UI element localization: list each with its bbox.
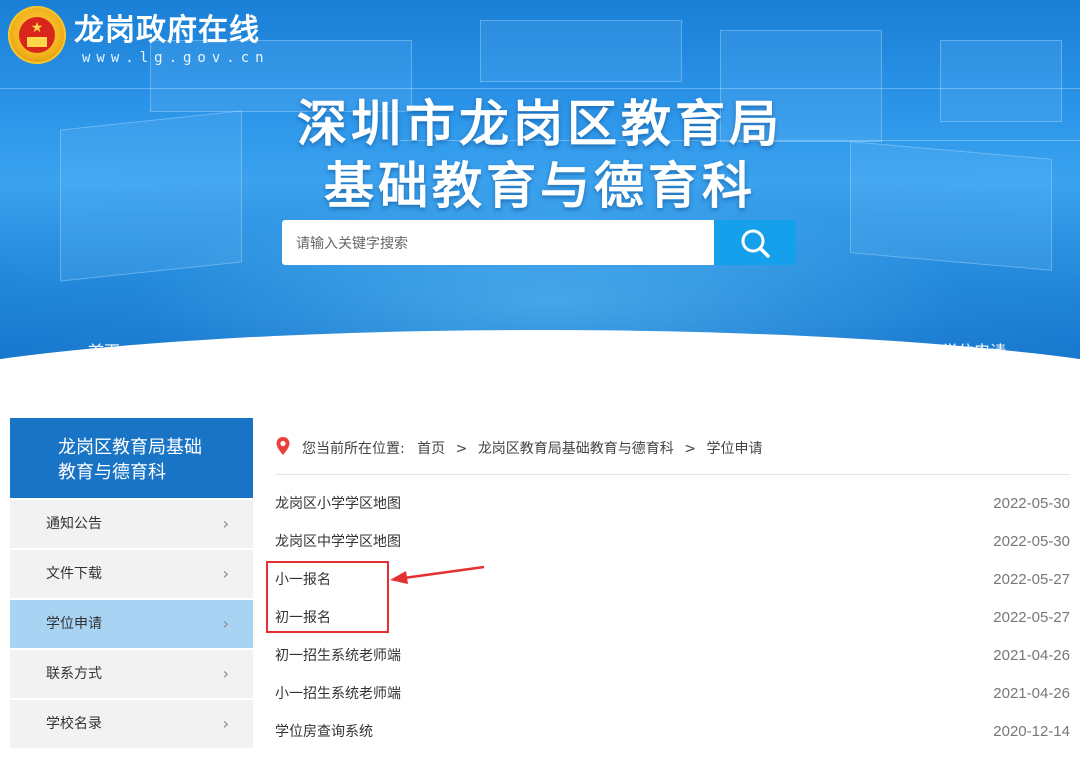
sidebar-title-line1: 龙岗区教育局基础 <box>58 437 202 458</box>
list-item-title[interactable]: 学位房查询系统 <box>275 722 373 742</box>
list-item: 龙岗区小学学区地图 2022-05-30 <box>275 494 1070 532</box>
nav-notice[interactable]: 通知公告 <box>289 352 353 376</box>
breadcrumb-department[interactable]: 龙岗区教育局基础教育与德育科 <box>478 441 674 457</box>
page-title-line1: 深圳市龙岗区教育局 <box>297 95 783 153</box>
nav-file-download[interactable]: 文件下载 <box>724 352 788 376</box>
nav-school-directory[interactable]: 学校名录 <box>507 352 571 376</box>
sidebar-item-label: 学校名录 <box>46 716 102 732</box>
list-item-title[interactable]: 初一招生系统老师端 <box>275 646 401 666</box>
sidebar-item-file-download[interactable]: 文件下载 › <box>10 550 253 598</box>
annotation-highlight-box <box>266 561 389 633</box>
list-item-date: 2020-12-14 <box>993 723 1070 740</box>
sidebar-item-contact[interactable]: 联系方式 › <box>10 650 253 698</box>
sidebar-title: 龙岗区教育局基础 教育与德育科 <box>10 418 253 498</box>
list-item: 初一招生系统老师端 2021-04-26 <box>275 646 1070 684</box>
sidebar-item-label: 文件下载 <box>46 566 102 582</box>
list-item: 小一招生系统老师端 2021-04-26 <box>275 684 1070 722</box>
sidebar-item-label: 通知公告 <box>46 516 102 532</box>
sidebar-item-degree-application[interactable]: 学位申请 › <box>10 600 253 648</box>
annotation-arrow-icon <box>390 565 485 584</box>
sidebar-item-notice[interactable]: 通知公告 › <box>10 500 253 548</box>
site-url: www.lg.gov.cn <box>82 50 270 66</box>
list-item-date: 2021-04-26 <box>993 647 1070 664</box>
sidebar-item-label: 联系方式 <box>46 666 102 682</box>
search-button[interactable] <box>714 220 796 265</box>
banner-decoration <box>480 20 682 82</box>
breadcrumb-separator: > <box>455 441 468 457</box>
search-icon <box>741 229 770 258</box>
search-bar <box>282 220 796 265</box>
breadcrumb-prefix: 您当前所在位置: <box>302 441 405 457</box>
site-name[interactable]: 龙岗政府在线 <box>74 14 260 48</box>
banner-line <box>0 88 1080 89</box>
list-item-date: 2022-05-30 <box>993 533 1070 550</box>
list-item-date: 2022-05-27 <box>993 609 1070 626</box>
list-item-date: 2021-04-26 <box>993 685 1070 702</box>
chevron-right-icon: › <box>222 714 229 733</box>
star-icon: ★ <box>30 20 44 36</box>
nav-degree-application[interactable]: 学位申请 <box>942 338 1006 362</box>
page-title-line2: 基础教育与德育科 <box>324 157 756 215</box>
breadcrumb-text: 您当前所在位置: 首页 > 龙岗区教育局基础教育与德育科 > 学位申请 <box>302 438 762 458</box>
emblem-center: ★ <box>19 17 55 53</box>
sidebar-item-school-directory[interactable]: 学校名录 › <box>10 700 253 748</box>
nav-home[interactable]: 首页 <box>88 338 120 362</box>
search-input[interactable] <box>282 220 714 265</box>
list-item-date: 2022-05-27 <box>993 571 1070 588</box>
list-item: 初一报名 2022-05-27 <box>275 608 1070 646</box>
list-item-date: 2022-05-30 <box>993 495 1070 512</box>
header-banner: ★ 龙岗政府在线 www.lg.gov.cn 深圳市龙岗区教育局 基础教育与德育… <box>0 0 1080 405</box>
chevron-right-icon: › <box>222 614 229 633</box>
list-item-title[interactable]: 小一招生系统老师端 <box>275 684 401 704</box>
sidebar: 龙岗区教育局基础 教育与德育科 通知公告 › 文件下载 › 学位申请 › 联系方… <box>10 418 253 748</box>
breadcrumb-separator: > <box>684 441 696 457</box>
breadcrumb-current[interactable]: 学位申请 <box>706 441 762 457</box>
list-item: 学位房查询系统 2020-12-14 <box>275 722 1070 760</box>
chevron-right-icon: › <box>222 664 229 683</box>
list-item-title[interactable]: 龙岗区中学学区地图 <box>275 532 401 552</box>
chevron-right-icon: › <box>222 564 229 583</box>
breadcrumb: 您当前所在位置: 首页 > 龙岗区教育局基础教育与德育科 > 学位申请 <box>275 436 1070 475</box>
national-emblem-logo: ★ <box>8 6 66 64</box>
sidebar-title-line2: 教育与德育科 <box>58 462 166 483</box>
breadcrumb-home[interactable]: 首页 <box>417 441 445 457</box>
sidebar-item-label: 学位申请 <box>46 616 102 632</box>
chevron-right-icon: › <box>222 514 229 533</box>
list-item-title[interactable]: 龙岗区小学学区地图 <box>275 494 401 514</box>
location-pin-icon <box>276 437 290 455</box>
gate-icon <box>27 37 47 47</box>
